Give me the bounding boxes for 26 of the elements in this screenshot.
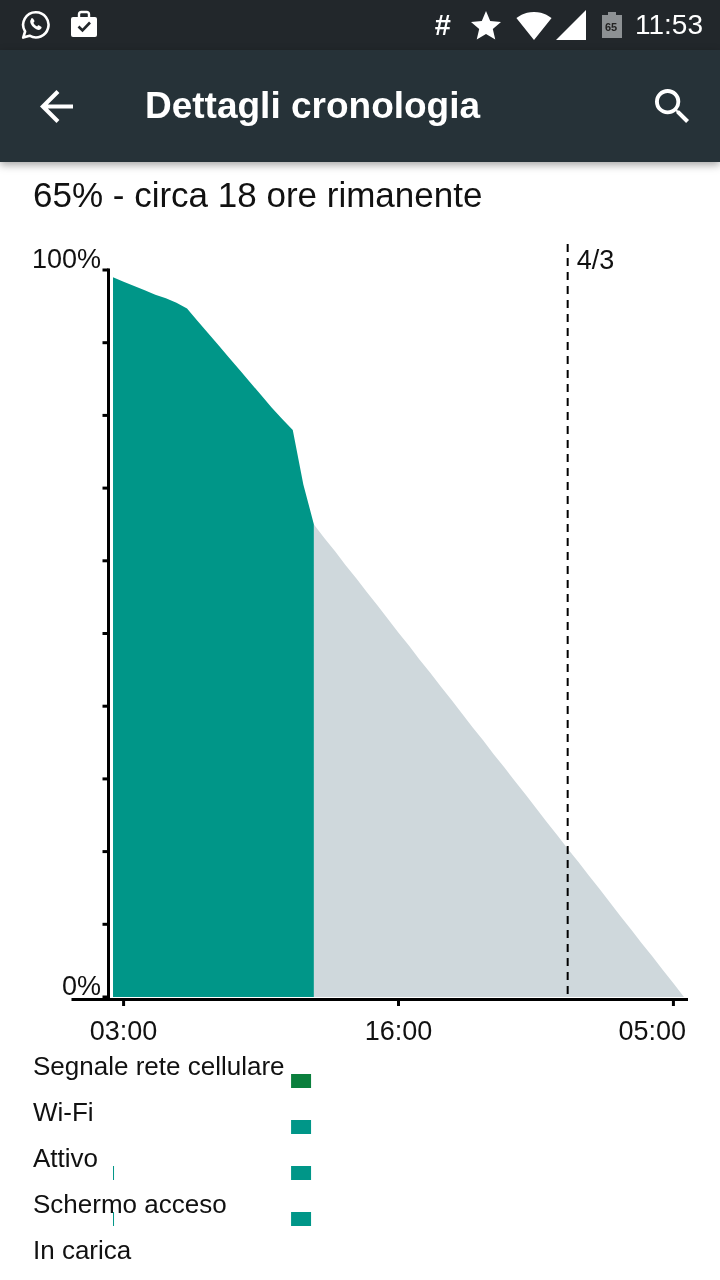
status-label: Attivo <box>33 1143 99 1175</box>
x-tick-label: 16:00 <box>364 1016 433 1046</box>
screen-title: Dettagli cronologia <box>145 85 481 127</box>
bag-check-icon <box>70 9 98 37</box>
network-symbol: # <box>434 9 451 41</box>
y-tick-label: 0% <box>61 971 101 1001</box>
status-label: Wi-Fi <box>33 1097 94 1129</box>
status-time: 11:53 <box>635 9 703 41</box>
battery-icon <box>602 12 622 38</box>
search-button[interactable] <box>655 88 690 124</box>
x-tick-label: 03:00 <box>89 1016 158 1046</box>
battery-percent: 65 <box>605 21 618 33</box>
wifi-icon <box>516 12 552 40</box>
status-label: Segnale rete cellulare <box>33 1051 285 1083</box>
y-tick-label: 100% <box>31 244 101 274</box>
search-icon <box>655 88 690 124</box>
phone-bubble-icon <box>20 9 52 41</box>
battery-summary: 65% - circa 18 ore rimanente <box>33 175 483 215</box>
signal-icon <box>556 10 586 40</box>
status-label: Schermo acceso <box>33 1189 227 1221</box>
date-label: 4/3 <box>576 245 615 275</box>
status-label: In carica <box>33 1235 132 1267</box>
back-button[interactable] <box>40 89 73 123</box>
star-icon <box>471 10 501 40</box>
x-tick-label: 05:00 <box>618 1016 686 1046</box>
back-arrow-icon <box>40 89 73 123</box>
